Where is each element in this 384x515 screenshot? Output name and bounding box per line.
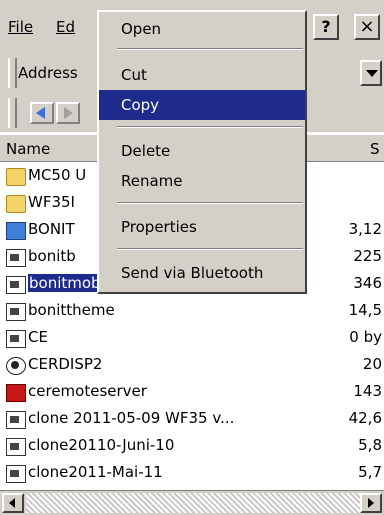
horizontal-scrollbar[interactable]: [0, 490, 384, 515]
address-label: Address: [18, 64, 78, 82]
column-size[interactable]: S: [370, 140, 380, 158]
file-row[interactable]: bonittheme 14,5: [0, 299, 384, 325]
menu-item-properties-label: Properties: [121, 218, 197, 236]
red-app-icon: [6, 384, 26, 402]
context-menu: Open Cut Copy Delete Rename Properties S…: [97, 10, 307, 294]
toolbar-grip[interactable]: [8, 58, 17, 88]
menu-item-copy-label: Copy: [121, 96, 160, 114]
app-icon: [6, 222, 26, 240]
file-name: clone20110-Juni-10: [28, 436, 175, 454]
file-size: 14,5: [348, 301, 382, 319]
document-icon: [6, 249, 26, 267]
file-size: 3,12: [348, 220, 382, 238]
file-name: ceremoteserver: [28, 382, 147, 400]
menu-item-cut-label: Cut: [121, 66, 147, 84]
address-dropdown-button[interactable]: [360, 60, 382, 86]
menu-item-properties[interactable]: Properties: [99, 212, 305, 242]
file-size: 5,8: [358, 436, 382, 454]
address-label-text: Address: [18, 64, 78, 82]
menu-item-delete-label: Delete: [121, 142, 171, 160]
file-row[interactable]: clone20110-Juni-10 5,8: [0, 434, 384, 460]
file-size: 42,6: [348, 409, 382, 427]
folder-icon: [6, 168, 26, 186]
file-row[interactable]: CE 0 by: [0, 326, 384, 352]
menu-item-cut[interactable]: Cut: [99, 60, 305, 90]
file-size: 0 by: [349, 328, 382, 346]
scroll-right-icon[interactable]: [360, 493, 382, 513]
file-size: 143: [353, 382, 382, 400]
menu-edit[interactable]: Ed: [56, 18, 75, 36]
file-name: MC50 U: [28, 166, 87, 184]
file-row[interactable]: clone 2011-05-09 WF35 v... 42,6: [0, 407, 384, 433]
file-size: 225: [353, 247, 382, 265]
file-name: bonittheme: [28, 301, 115, 319]
menu-item-copy[interactable]: Copy: [99, 90, 305, 120]
menu-item-rename-label: Rename: [121, 172, 183, 190]
file-row[interactable]: CERDISP2 20: [0, 353, 384, 379]
menu-file[interactable]: File: [8, 18, 33, 36]
file-name: BONIT: [28, 220, 75, 238]
document-icon: [6, 303, 26, 321]
menu-separator: [117, 126, 303, 128]
close-button[interactable]: ×: [354, 14, 380, 40]
file-name: bonitb: [28, 247, 76, 265]
scroll-track[interactable]: [26, 493, 360, 513]
forward-arrow-icon[interactable]: [56, 102, 80, 124]
file-name: CERDISP2: [28, 355, 103, 373]
document-icon: [6, 465, 26, 483]
folder-icon: [6, 195, 26, 213]
menu-edit-label: Ed: [56, 18, 75, 36]
document-icon: [6, 411, 26, 429]
menu-item-delete[interactable]: Delete: [99, 136, 305, 166]
menu-separator: [117, 248, 303, 250]
menu-item-rename[interactable]: Rename: [99, 166, 305, 196]
file-name: clone 2011-05-09 WF35 v...: [28, 409, 235, 427]
menu-item-open[interactable]: Open: [99, 14, 305, 44]
menu-file-label: File: [8, 18, 34, 36]
file-name: CE: [28, 328, 48, 346]
file-row[interactable]: clone2011-Mai-11 5,7: [0, 461, 384, 487]
help-button[interactable]: ?: [313, 14, 339, 40]
file-size: 20: [362, 355, 382, 373]
document-icon: [6, 276, 26, 294]
menu-item-open-label: Open: [121, 20, 162, 38]
file-name: WF35I: [28, 193, 75, 211]
cd-icon: [6, 357, 26, 375]
document-icon: [6, 330, 26, 348]
file-size: 346: [353, 274, 382, 292]
file-row[interactable]: ceremoteserver 143: [0, 380, 384, 406]
file-name: clone2011-Mai-11: [28, 463, 163, 481]
menu-item-send-bluetooth[interactable]: Send via Bluetooth: [99, 258, 305, 288]
column-name[interactable]: Name: [6, 140, 50, 158]
toolbar-grip-2[interactable]: [8, 98, 17, 128]
menu-item-send-bluetooth-label: Send via Bluetooth: [121, 264, 264, 282]
menu-separator: [117, 202, 303, 204]
back-arrow-icon[interactable]: [30, 102, 54, 124]
document-icon: [6, 438, 26, 456]
menu-separator: [117, 48, 303, 50]
scroll-left-icon[interactable]: [2, 493, 24, 513]
file-size: 5,7: [358, 463, 382, 481]
